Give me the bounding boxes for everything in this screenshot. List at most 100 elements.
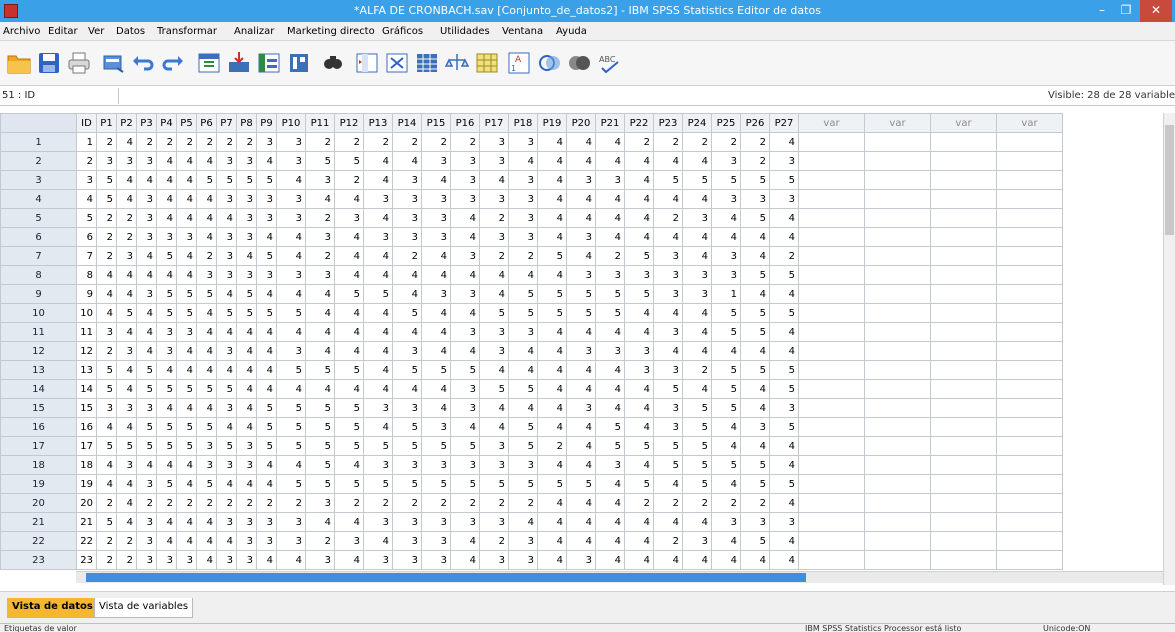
data-cell[interactable]: 3: [136, 550, 157, 570]
data-cell[interactable]: 4: [653, 512, 683, 532]
data-cell[interactable]: 5: [136, 360, 157, 380]
data-cell[interactable]: 4: [116, 379, 137, 399]
empty-cell[interactable]: [864, 170, 931, 190]
data-cell[interactable]: 2: [305, 531, 335, 551]
data-cell[interactable]: 4: [116, 474, 137, 494]
data-cell[interactable]: 4: [256, 455, 277, 475]
data-cell[interactable]: 5: [508, 303, 538, 323]
empty-cell[interactable]: [798, 246, 865, 266]
data-cell[interactable]: 4: [363, 531, 393, 551]
data-cell[interactable]: 2: [653, 208, 683, 228]
data-cell[interactable]: 3: [711, 265, 741, 285]
row-header[interactable]: 9: [0, 284, 77, 304]
empty-cell[interactable]: [996, 265, 1063, 285]
empty-cell[interactable]: [864, 303, 931, 323]
data-cell[interactable]: 4: [363, 170, 393, 190]
data-cell[interactable]: 3: [176, 227, 197, 247]
data-cell[interactable]: 5: [363, 436, 393, 456]
data-cell[interactable]: 3: [740, 189, 770, 209]
empty-cell[interactable]: [798, 379, 865, 399]
menu-analizar[interactable]: Analizar: [234, 26, 274, 37]
empty-cell[interactable]: [930, 151, 997, 171]
data-cell[interactable]: 3: [653, 398, 683, 418]
data-cell[interactable]: 4: [256, 322, 277, 342]
data-cell[interactable]: 5: [682, 455, 712, 475]
data-cell[interactable]: 4: [769, 284, 799, 304]
data-cell[interactable]: 3: [156, 341, 177, 361]
data-cell[interactable]: 4: [537, 189, 567, 209]
data-cell[interactable]: 4: [479, 265, 509, 285]
data-cell[interactable]: 3: [363, 455, 393, 475]
empty-cell[interactable]: [798, 531, 865, 551]
data-cell[interactable]: 5: [305, 398, 335, 418]
data-cell[interactable]: 4: [624, 531, 654, 551]
data-cell[interactable]: 3: [392, 531, 422, 551]
data-cell[interactable]: 5: [508, 284, 538, 304]
data-cell[interactable]: 3: [566, 550, 596, 570]
data-cell[interactable]: 4: [136, 170, 157, 190]
data-cell[interactable]: 2: [236, 132, 257, 152]
data-cell[interactable]: 4: [566, 379, 596, 399]
data-cell[interactable]: 3: [136, 531, 157, 551]
data-cell[interactable]: 4: [653, 227, 683, 247]
data-cell[interactable]: 4: [595, 379, 625, 399]
data-cell[interactable]: 4: [682, 550, 712, 570]
data-cell[interactable]: 4: [216, 474, 237, 494]
data-cell[interactable]: 4: [116, 284, 137, 304]
empty-cell[interactable]: [996, 208, 1063, 228]
empty-cell[interactable]: [798, 265, 865, 285]
data-cell[interactable]: 5: [508, 417, 538, 437]
data-cell[interactable]: 4: [236, 474, 257, 494]
data-cell[interactable]: 4: [363, 265, 393, 285]
empty-cell[interactable]: [996, 512, 1063, 532]
menu-graficos[interactable]: Gráficos: [382, 26, 423, 37]
data-cell[interactable]: 3: [196, 455, 217, 475]
data-cell[interactable]: 5: [176, 379, 197, 399]
data-cell[interactable]: 3: [276, 189, 306, 209]
data-cell[interactable]: 5: [156, 303, 177, 323]
data-cell[interactable]: 3: [740, 417, 770, 437]
column-header[interactable]: P9: [256, 113, 277, 133]
data-cell[interactable]: 3: [236, 189, 257, 209]
data-cell[interactable]: 4: [740, 436, 770, 456]
data-cell[interactable]: 4: [450, 227, 480, 247]
data-cell[interactable]: 4: [682, 227, 712, 247]
data-cell[interactable]: 3: [508, 170, 538, 190]
data-cell[interactable]: 4: [566, 189, 596, 209]
data-cell[interactable]: 5: [305, 417, 335, 437]
data-cell[interactable]: 2: [116, 208, 137, 228]
data-cell[interactable]: 5: [711, 322, 741, 342]
data-cell[interactable]: 4: [740, 379, 770, 399]
data-cell[interactable]: 5: [682, 474, 712, 494]
data-cell[interactable]: 5: [363, 474, 393, 494]
data-cell[interactable]: 4: [116, 360, 137, 380]
row-header[interactable]: 18: [0, 455, 77, 475]
show-all-variables-icon[interactable]: [566, 50, 592, 76]
data-cell[interactable]: 5: [740, 303, 770, 323]
data-cell[interactable]: 3: [236, 531, 257, 551]
menu-transformar[interactable]: Transformar: [157, 26, 217, 37]
data-cell[interactable]: 5: [96, 170, 117, 190]
data-cell[interactable]: 3: [421, 227, 451, 247]
data-cell[interactable]: 5: [450, 436, 480, 456]
data-cell[interactable]: 4: [450, 265, 480, 285]
data-cell[interactable]: 5: [653, 455, 683, 475]
data-cell[interactable]: 4: [508, 151, 538, 171]
data-cell[interactable]: 9: [76, 284, 97, 304]
data-cell[interactable]: 4: [176, 531, 197, 551]
data-cell[interactable]: 4: [769, 208, 799, 228]
data-cell[interactable]: 5: [156, 379, 177, 399]
data-cell[interactable]: 4: [537, 417, 567, 437]
data-cell[interactable]: 3: [566, 227, 596, 247]
data-cell[interactable]: 5: [334, 398, 364, 418]
empty-cell[interactable]: [996, 284, 1063, 304]
empty-cell[interactable]: [996, 322, 1063, 342]
data-cell[interactable]: 4: [479, 284, 509, 304]
horizontal-scroll-thumb[interactable]: [86, 573, 806, 582]
data-cell[interactable]: 4: [624, 398, 654, 418]
data-cell[interactable]: 4: [216, 284, 237, 304]
data-cell[interactable]: 3: [334, 531, 364, 551]
data-cell[interactable]: 5: [682, 417, 712, 437]
data-cell[interactable]: 4: [176, 512, 197, 532]
column-header[interactable]: P1: [96, 113, 117, 133]
